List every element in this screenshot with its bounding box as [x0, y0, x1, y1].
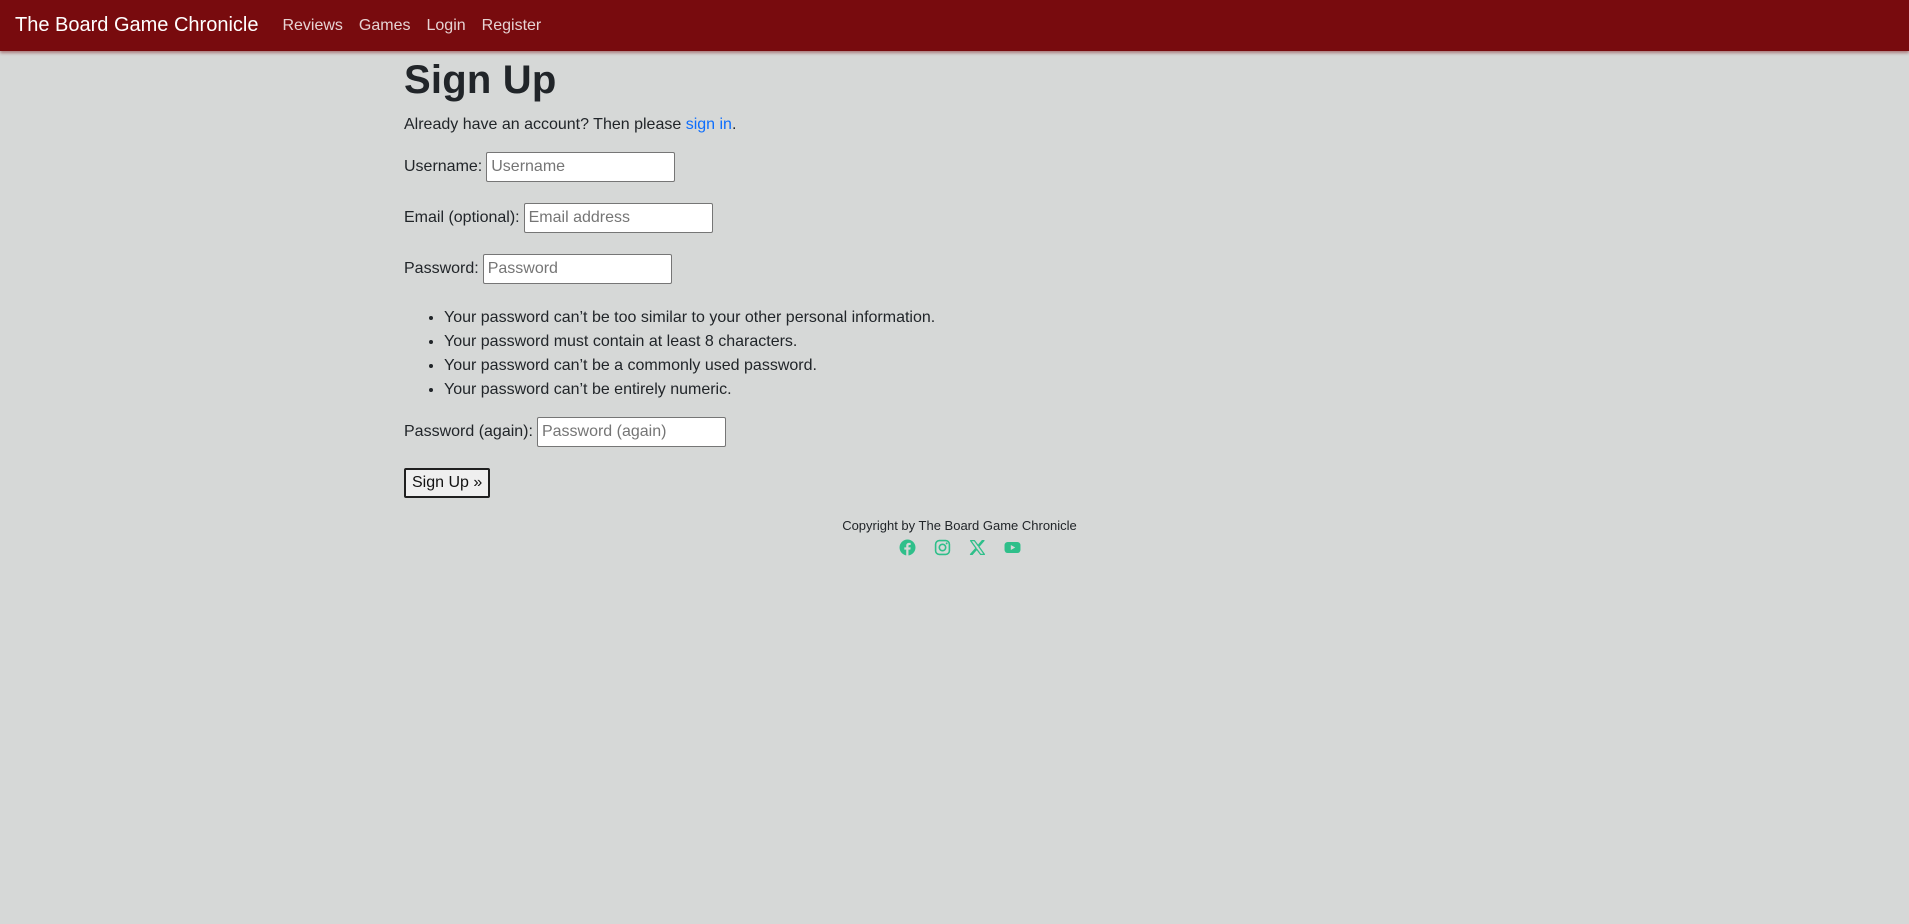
main-content: Sign Up Already have an account? Then pl… [404, 52, 1304, 498]
sign-in-link[interactable]: sign in [686, 116, 732, 133]
username-input[interactable] [486, 151, 676, 182]
password-help-item: Your password can’t be too similar to yo… [444, 306, 1304, 330]
instagram-icon[interactable] [934, 539, 951, 556]
username-row: Username: [404, 151, 1304, 182]
password-help-list: Your password can’t be too similar to yo… [404, 306, 1304, 402]
password-label: Password: [404, 259, 479, 277]
sign-up-button[interactable]: Sign Up » [404, 467, 491, 498]
email-label: Email (optional): [404, 208, 520, 226]
password-again-label: Password (again): [404, 422, 533, 440]
password-again-row: Password (again): [404, 416, 1304, 447]
email-input[interactable] [523, 202, 713, 233]
password-again-input[interactable] [536, 416, 726, 447]
nav-link-reviews[interactable]: Reviews [282, 17, 342, 35]
brand-link[interactable]: The Board Game Chronicle [15, 14, 258, 37]
signin-prompt-suffix: . [731, 116, 737, 133]
page-title: Sign Up [404, 58, 557, 102]
password-help-item: Your password can’t be a commonly used p… [444, 354, 1304, 378]
email-row: Email (optional): [404, 202, 1304, 233]
password-help-item: Your password must contain at least 8 ch… [444, 330, 1304, 354]
password-row: Password: [404, 253, 1304, 284]
signup-form: Username: Email (optional): Password: Yo… [404, 151, 1304, 498]
x-twitter-icon[interactable] [969, 539, 986, 556]
password-input[interactable] [482, 253, 672, 284]
nav-link-login[interactable]: Login [427, 17, 466, 35]
youtube-icon[interactable] [1004, 539, 1021, 556]
social-links [0, 539, 1909, 556]
signin-prompt-text: Already have an account? Then please [404, 116, 686, 133]
nav-link-games[interactable]: Games [359, 17, 411, 35]
signin-prompt: Already have an account? Then please sig… [404, 115, 1304, 136]
nav-link-register[interactable]: Register [482, 17, 542, 35]
username-label: Username: [404, 157, 483, 175]
footer: Copyright by The Board Game Chronicle [0, 517, 1909, 556]
password-help-item: Your password can’t be entirely numeric. [444, 378, 1304, 402]
navbar: The Board Game Chronicle Reviews Games L… [0, 0, 1909, 51]
facebook-icon[interactable] [899, 539, 916, 556]
copyright-text: Copyright by The Board Game Chronicle [842, 518, 1077, 533]
